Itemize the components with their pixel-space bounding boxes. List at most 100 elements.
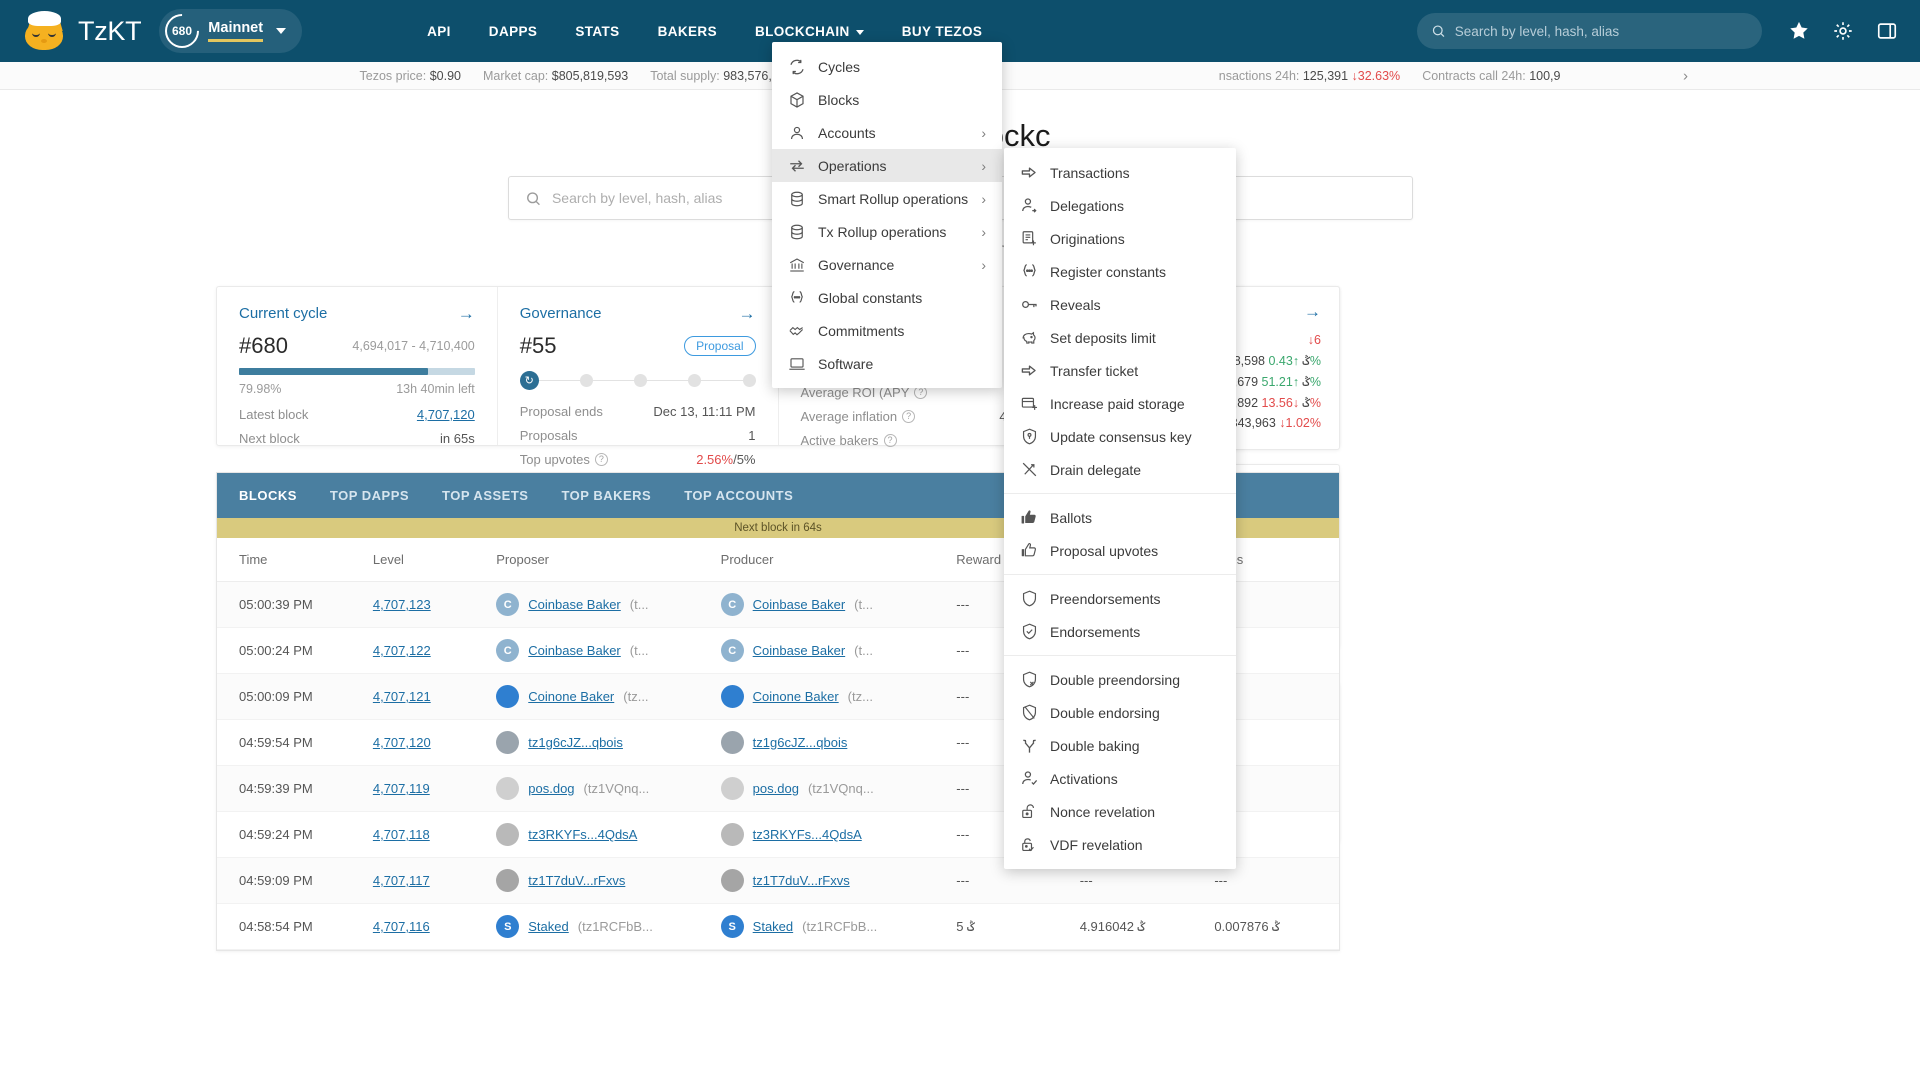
- help-icon[interactable]: ?: [883, 434, 897, 447]
- tab-top-accounts[interactable]: TOP ACCOUNTS: [684, 488, 793, 503]
- cell-proposer[interactable]: tz1g6cJZ...qbois: [486, 719, 711, 766]
- cell-producer[interactable]: pos.dog (tz1VQnq...: [710, 765, 947, 812]
- cell-proposer[interactable]: tz3RKYFs...4QdsA: [486, 811, 711, 858]
- cell-proposer[interactable]: S Staked (tz1RCFbB...: [486, 903, 711, 950]
- menu-item-drain-delegate[interactable]: Drain delegate: [1004, 453, 1236, 486]
- table-row[interactable]: 04:58:54 PM 4,707,116 S Staked (tz1RCFbB... S…: [217, 903, 1339, 950]
- menu-item-governance[interactable]: Governance ›: [772, 248, 1002, 281]
- cell-level[interactable]: 4,707,116: [362, 903, 487, 950]
- thumb-up-filled-icon: [1020, 508, 1050, 527]
- arrow-right-icon[interactable]: →: [739, 305, 756, 322]
- menu-item-originations[interactable]: Originations: [1004, 222, 1236, 255]
- shield-slash-icon: [1020, 703, 1050, 722]
- cell-level[interactable]: 4,707,119: [362, 765, 487, 812]
- menu-item-update-consensus-key[interactable]: Update consensus key: [1004, 420, 1236, 453]
- handshake-icon: [788, 322, 818, 340]
- search-input[interactable]: [1454, 23, 1748, 39]
- delta-value: ↓1.02%: [1279, 416, 1321, 430]
- cell-proposer[interactable]: Coinone Baker (tz...: [486, 673, 711, 720]
- cell-producer[interactable]: C Coinbase Baker (t...: [710, 627, 947, 674]
- menu-item-label: Tx Rollup operations: [818, 223, 947, 240]
- latest-block-value[interactable]: 4,707,120: [417, 407, 475, 422]
- nav-item-stats[interactable]: STATS: [575, 4, 619, 59]
- nav-item-api[interactable]: API: [427, 4, 451, 59]
- column-proposer[interactable]: Proposer: [486, 538, 711, 582]
- menu-item-transfer-ticket[interactable]: Transfer ticket: [1004, 354, 1236, 387]
- tab-top-dapps[interactable]: TOP DAPPS: [330, 488, 409, 503]
- cell-level[interactable]: 4,707,118: [362, 811, 487, 858]
- cell-proposer[interactable]: C Coinbase Baker (t...: [486, 581, 711, 628]
- cell-level[interactable]: 4,707,123: [362, 581, 487, 628]
- cell-level[interactable]: 4,707,120: [362, 719, 487, 766]
- menu-item-increase-paid-storage[interactable]: Increase paid storage: [1004, 387, 1236, 420]
- arrow-right-icon[interactable]: →: [458, 305, 475, 322]
- menu-item-reveals[interactable]: Reveals: [1004, 288, 1236, 321]
- help-icon[interactable]: ?: [594, 453, 608, 466]
- menu-item-accounts[interactable]: Accounts ›: [772, 116, 1002, 149]
- cell-producer[interactable]: S Staked (tz1RCFbB...: [710, 903, 947, 950]
- menu-item-set-deposits-limit[interactable]: Set deposits limit: [1004, 321, 1236, 354]
- cell-proposer[interactable]: tz1T7duV...rFxvs: [486, 857, 711, 904]
- gear-icon[interactable]: [1832, 20, 1854, 42]
- header-search[interactable]: [1417, 13, 1762, 49]
- column-producer[interactable]: Producer: [710, 538, 947, 582]
- cycle-progress-label: 79.98%: [239, 382, 282, 396]
- cell-producer[interactable]: tz1g6cJZ...qbois: [710, 719, 947, 766]
- active-bakers-label: Active bakers ?: [801, 433, 897, 448]
- menu-item-transactions[interactable]: Transactions: [1004, 156, 1236, 189]
- cell-producer[interactable]: Coinone Baker (tz...: [710, 673, 947, 720]
- menu-item-endorsements[interactable]: Endorsements: [1004, 615, 1236, 648]
- ticker-item-transactions: nsactions 24h: 125,391 ↓32.63%: [1219, 69, 1400, 83]
- column-level[interactable]: Level: [362, 538, 487, 582]
- menu-item-proposal-upvotes[interactable]: Proposal upvotes: [1004, 534, 1236, 567]
- menu-item-activations[interactable]: Activations: [1004, 762, 1236, 795]
- delta-value: ↑0.43%: [1268, 354, 1321, 368]
- menu-item-global-constants[interactable]: Global constants: [772, 281, 1002, 314]
- menu-item-preendorsements[interactable]: Preendorsements: [1004, 582, 1236, 615]
- menu-item-smart-rollup-operations[interactable]: Smart Rollup operations ›: [772, 182, 1002, 215]
- arrow-right-icon[interactable]: →: [1304, 303, 1321, 320]
- brand-logo[interactable]: TzKT: [22, 11, 142, 51]
- tab-top-bakers[interactable]: TOP BAKERS: [561, 488, 651, 503]
- menu-item-commitments[interactable]: Commitments: [772, 314, 1002, 347]
- menu-item-blocks[interactable]: Blocks: [772, 83, 1002, 116]
- menu-item-nonce-revelation[interactable]: Nonce revelation: [1004, 795, 1236, 828]
- menu-item-tx-rollup-operations[interactable]: Tx Rollup operations ›: [772, 215, 1002, 248]
- menu-item-double-baking[interactable]: Double baking: [1004, 729, 1236, 762]
- menu-item-operations[interactable]: Operations ›: [772, 149, 1002, 182]
- help-icon[interactable]: ?: [902, 410, 916, 423]
- cell-level[interactable]: 4,707,121: [362, 673, 487, 720]
- menu-item-label: Transactions: [1050, 164, 1130, 181]
- menu-item-ballots[interactable]: Ballots: [1004, 501, 1236, 534]
- sidebar-toggle-icon[interactable]: [1876, 20, 1898, 42]
- column-time[interactable]: Time: [217, 538, 363, 582]
- star-icon[interactable]: [1788, 20, 1810, 42]
- network-selector[interactable]: 680 Mainnet: [158, 6, 303, 56]
- top-upvotes-value: 2.56%/5%: [696, 452, 756, 467]
- avatar: S: [720, 915, 744, 938]
- menu-item-cycles[interactable]: Cycles: [772, 50, 1002, 83]
- menu-item-double-preendorsing[interactable]: Double preendorsing: [1004, 663, 1236, 696]
- nav-item-dapps[interactable]: DAPPS: [489, 4, 538, 59]
- cell-proposer[interactable]: C Coinbase Baker (t...: [486, 627, 711, 674]
- nav-item-bakers[interactable]: BAKERS: [658, 4, 717, 59]
- fork-icon: [1020, 736, 1050, 755]
- menu-item-delegations[interactable]: Delegations: [1004, 189, 1236, 222]
- proposals-value: 1: [748, 428, 756, 443]
- cell-level[interactable]: 4,707,122: [362, 627, 487, 674]
- menu-item-register-constants[interactable]: Register constants: [1004, 255, 1236, 288]
- tab-top-assets[interactable]: TOP ASSETS: [442, 488, 528, 503]
- tab-blocks[interactable]: BLOCKS: [239, 488, 297, 503]
- cell-producer[interactable]: tz1T7duV...rFxvs: [710, 857, 947, 904]
- cell-proposer[interactable]: pos.dog (tz1VQnq...: [486, 765, 711, 812]
- cell-producer[interactable]: C Coinbase Baker (t...: [710, 581, 947, 628]
- cell-level[interactable]: 4,707,117: [362, 857, 487, 904]
- menu-item-label: Ballots: [1050, 509, 1093, 526]
- cell-producer[interactable]: tz3RKYFs...4QdsA: [710, 811, 947, 858]
- search-icon: [526, 191, 540, 205]
- operations-submenu: Transactions Delegations Originations Re…: [1004, 148, 1236, 869]
- menu-item-double-endorsing[interactable]: Double endorsing: [1004, 696, 1236, 729]
- menu-item-software[interactable]: Software: [772, 347, 1002, 380]
- ticker-next-arrow[interactable]: ›: [1683, 67, 1688, 84]
- menu-item-vdf-revelation[interactable]: VDF revelation: [1004, 828, 1236, 861]
